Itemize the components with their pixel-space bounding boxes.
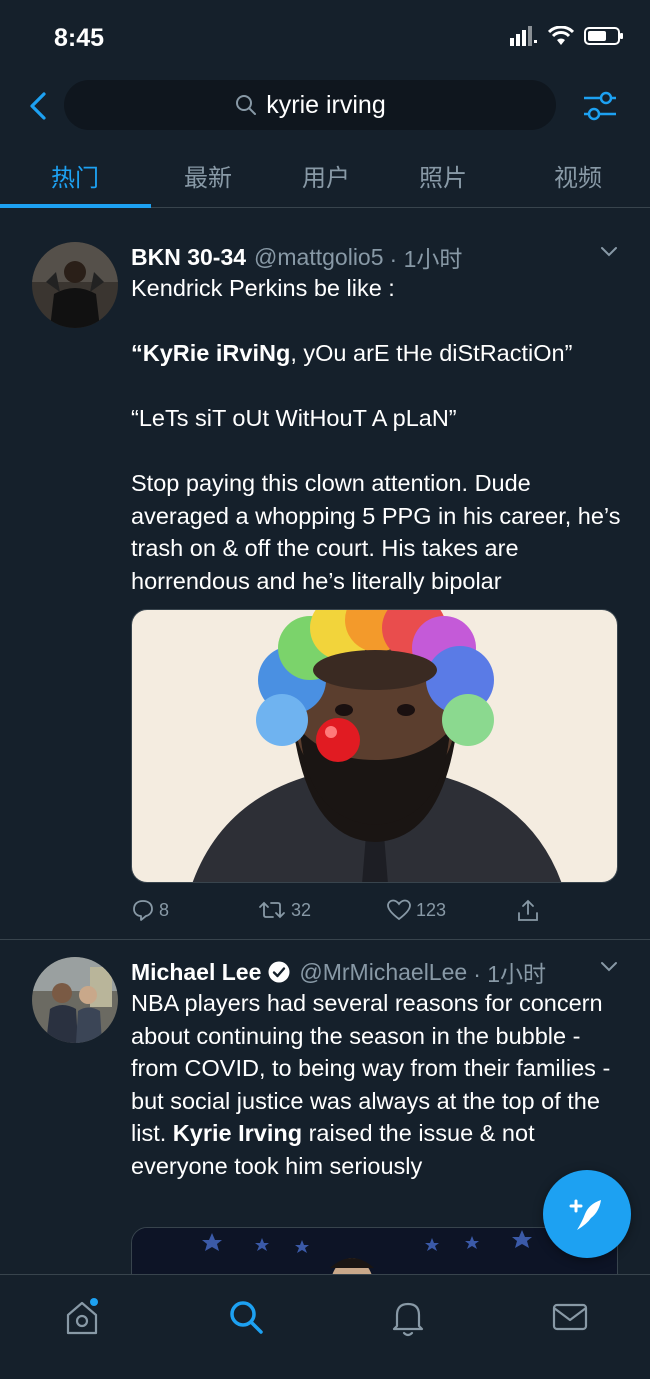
battery-icon bbox=[584, 27, 623, 45]
search-header: kyrie irving bbox=[0, 78, 650, 134]
tab-top[interactable]: 热门 bbox=[25, 158, 125, 193]
like-button[interactable]: 123 bbox=[386, 898, 446, 922]
retweet-icon bbox=[259, 901, 285, 919]
chevron-left-icon bbox=[30, 92, 46, 120]
tab-latest[interactable]: 最新 bbox=[158, 158, 258, 193]
bottom-nav bbox=[0, 1274, 650, 1379]
status-time: 8:45 bbox=[54, 24, 105, 52]
tweet-paragraph: Stop paying this clown attention. Dude a… bbox=[131, 470, 621, 594]
tweet-paragraph: NBA players had several reasons for conc… bbox=[131, 987, 621, 1182]
search-icon bbox=[236, 95, 257, 115]
chevron-down-icon bbox=[601, 247, 617, 257]
verified-badge-icon bbox=[268, 961, 290, 983]
compose-icon bbox=[569, 1199, 601, 1230]
signal-icon bbox=[510, 26, 537, 46]
tweet-author-name[interactable]: BKN 30-34 bbox=[131, 244, 246, 271]
tweet-text-bold: Kyrie Irving bbox=[172, 1120, 303, 1146]
nav-explore[interactable] bbox=[224, 1295, 268, 1339]
tweet-menu-button[interactable] bbox=[598, 958, 620, 979]
share-icon bbox=[518, 899, 538, 921]
retweet-count: 32 bbox=[291, 899, 312, 920]
retweet-button[interactable]: 32 bbox=[257, 898, 311, 922]
search-tabs: 热门 最新 用户 照片 视频 bbox=[0, 146, 650, 208]
compose-button[interactable] bbox=[543, 1170, 631, 1258]
tweet-image[interactable] bbox=[131, 1227, 618, 1274]
tweet-author-handle[interactable]: @MrMichaelLee bbox=[299, 959, 467, 986]
mail-icon bbox=[552, 1303, 588, 1331]
search-icon bbox=[230, 1301, 263, 1334]
tab-videos[interactable]: 视频 bbox=[528, 158, 628, 193]
tab-photos[interactable]: 照片 bbox=[393, 158, 493, 193]
tweet-text: NBA players had several reasons for conc… bbox=[131, 987, 621, 1182]
tweet-quote-bold: “KyRie iRviNg bbox=[131, 340, 291, 366]
back-button[interactable] bbox=[24, 88, 54, 124]
sliders-icon bbox=[584, 91, 616, 121]
wifi-icon bbox=[548, 26, 574, 45]
like-count: 123 bbox=[416, 899, 447, 920]
tweet-line: Kendrick Perkins be like : bbox=[131, 275, 395, 301]
chevron-down-icon bbox=[601, 962, 617, 972]
nav-home[interactable] bbox=[60, 1295, 104, 1339]
status-bar: 8:45 bbox=[0, 0, 650, 78]
tab-people[interactable]: 用户 bbox=[276, 158, 376, 193]
avatar[interactable] bbox=[32, 242, 118, 328]
tweet-header: BKN 30-34 @mattgolio5 · 1小时 bbox=[131, 240, 462, 274]
tweet-quote-rest: , yOu arE tHe diStRactiOn” bbox=[290, 340, 573, 366]
reply-count: 8 bbox=[159, 899, 170, 920]
tweet-text: Kendrick Perkins be like : “KyRie iRviNg… bbox=[131, 272, 621, 597]
nav-notifications[interactable] bbox=[386, 1295, 430, 1339]
reply-icon bbox=[133, 900, 153, 921]
tweet-quote: “LeTs siT oUt WitHouT A pLaN” bbox=[131, 405, 457, 431]
avatar[interactable] bbox=[32, 957, 118, 1043]
tweet-time: · 1小时 bbox=[389, 246, 463, 272]
status-icons bbox=[510, 26, 624, 46]
active-tab-indicator bbox=[0, 204, 151, 208]
tweet-time: · 1小时 bbox=[473, 961, 547, 987]
search-query: kyrie irving bbox=[266, 90, 386, 119]
tweet-quote: “KyRie iRviNg, yOu arE tHe diStRactiOn” bbox=[131, 337, 621, 370]
tweet-menu-button[interactable] bbox=[598, 243, 620, 264]
share-button[interactable] bbox=[515, 898, 541, 924]
search-filter-button[interactable] bbox=[578, 86, 622, 126]
tweet-header: Michael Lee @MrMichaelLee · 1小时 bbox=[131, 955, 546, 989]
heart-icon bbox=[387, 899, 411, 921]
bell-icon bbox=[392, 1302, 424, 1337]
nav-messages[interactable] bbox=[548, 1295, 592, 1339]
tweet-actions: 8 32 123 bbox=[131, 898, 551, 932]
home-icon bbox=[66, 1298, 98, 1335]
tweet[interactable]: BKN 30-34 @mattgolio5 · 1小时 Kendrick Per… bbox=[0, 225, 650, 937]
search-input[interactable]: kyrie irving bbox=[64, 80, 556, 130]
tweet-author-name[interactable]: Michael Lee bbox=[131, 959, 261, 986]
reply-button[interactable]: 8 bbox=[131, 898, 169, 922]
tweet-author-handle[interactable]: @mattgolio5 bbox=[254, 244, 383, 271]
tweet-image[interactable] bbox=[131, 609, 618, 883]
